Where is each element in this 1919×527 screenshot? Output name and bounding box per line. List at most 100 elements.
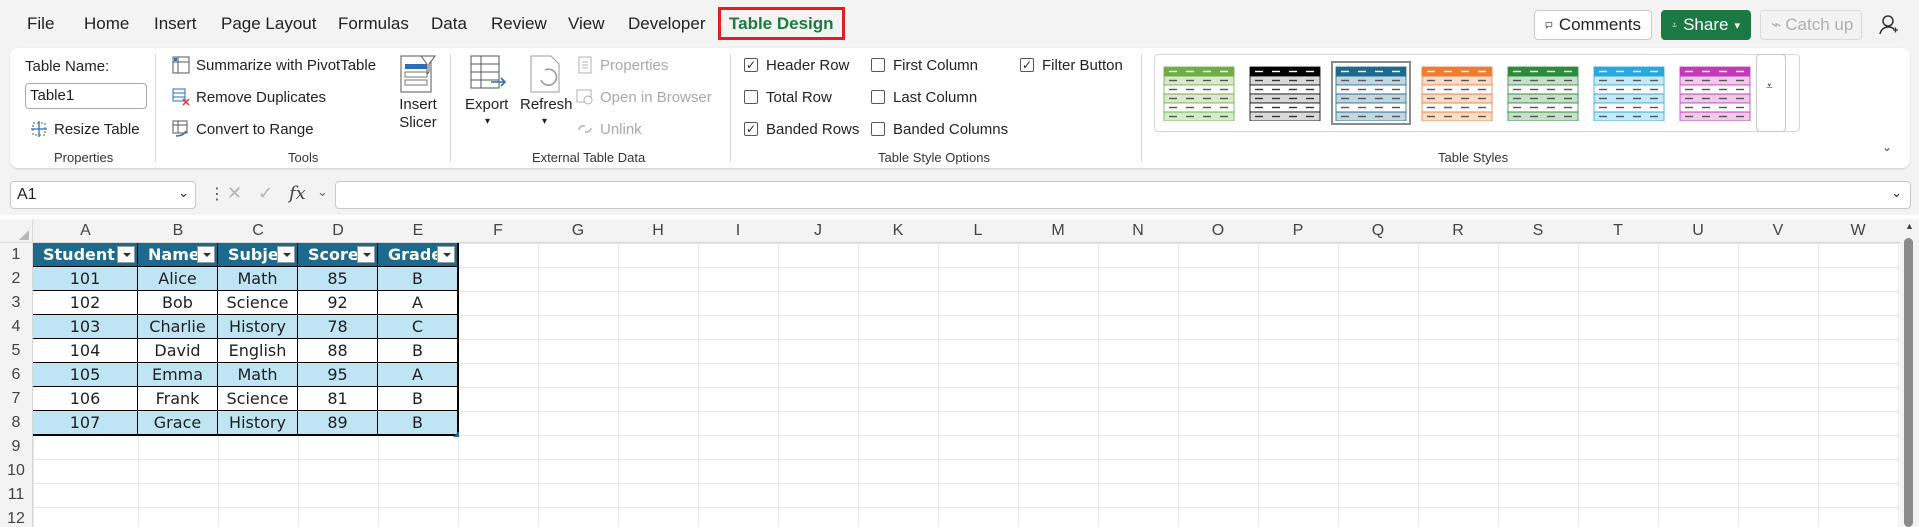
filter-dropdown-icon[interactable] <box>117 246 135 263</box>
row-header[interactable]: 3 <box>0 291 32 315</box>
enter-icon[interactable]: ✓ <box>258 183 273 204</box>
resize-table-button[interactable]: Resize Table <box>30 118 140 140</box>
table-header-cell[interactable]: Grade <box>378 243 458 267</box>
row-header[interactable]: 7 <box>0 387 32 411</box>
row-header[interactable]: 11 <box>0 483 32 507</box>
table-cell[interactable]: 78 <box>298 315 378 339</box>
column-header[interactable]: H <box>618 219 698 243</box>
table-style-swatch[interactable] <box>1593 65 1665 122</box>
row-header[interactable]: 9 <box>0 435 32 459</box>
remove-duplicates-button[interactable]: Remove Duplicates <box>172 86 326 108</box>
tab-formulas[interactable]: Formulas <box>338 14 409 34</box>
table-cell[interactable]: 106 <box>33 387 138 411</box>
table-cell[interactable]: 101 <box>33 267 138 291</box>
row-header[interactable]: 6 <box>0 363 32 387</box>
table-cell[interactable]: Alice <box>138 267 218 291</box>
table-header-cell[interactable]: Subjec <box>218 243 298 267</box>
table-cell[interactable]: Frank <box>138 387 218 411</box>
table-style-swatch[interactable] <box>1507 65 1579 122</box>
table-cell[interactable]: B <box>378 411 458 435</box>
row-header[interactable]: 8 <box>0 411 32 435</box>
table-cell[interactable]: B <box>378 339 458 363</box>
filter-dropdown-icon[interactable] <box>357 246 375 263</box>
table-cell[interactable]: David <box>138 339 218 363</box>
column-header[interactable]: P <box>1258 219 1338 243</box>
column-header[interactable]: G <box>538 219 618 243</box>
table-cell[interactable]: History <box>218 315 298 339</box>
table-resize-handle[interactable] <box>453 431 459 437</box>
row-header[interactable]: 5 <box>0 339 32 363</box>
column-header[interactable]: N <box>1098 219 1178 243</box>
table-style-swatch[interactable] <box>1331 61 1411 125</box>
column-header[interactable]: C <box>218 219 298 243</box>
row-header[interactable]: 10 <box>0 459 32 483</box>
table-cell[interactable]: History <box>218 411 298 435</box>
filter-dropdown-icon[interactable] <box>437 246 455 263</box>
table-cell[interactable]: 107 <box>33 411 138 435</box>
cancel-icon[interactable]: ✕ <box>227 183 242 204</box>
export-button[interactable]: Export ▾ <box>463 54 513 138</box>
table-cell[interactable]: C <box>378 315 458 339</box>
column-header[interactable]: I <box>698 219 778 243</box>
total-row-checkbox[interactable]: Total Row <box>744 89 864 107</box>
table-style-swatch[interactable] <box>1679 65 1751 122</box>
tab-view[interactable]: View <box>568 14 605 34</box>
row-header[interactable]: 2 <box>0 267 32 291</box>
table-cell[interactable]: A <box>378 291 458 315</box>
column-header[interactable]: M <box>1018 219 1098 243</box>
name-box[interactable]: A1 ⌄ <box>10 181 196 209</box>
column-header[interactable]: T <box>1578 219 1658 243</box>
table-cell[interactable]: 89 <box>298 411 378 435</box>
table-cell[interactable]: 85 <box>298 267 378 291</box>
table-cell[interactable]: 81 <box>298 387 378 411</box>
gallery-more-button[interactable]: ⩡ <box>1756 54 1786 132</box>
column-header[interactable]: O <box>1178 219 1258 243</box>
select-all-button[interactable] <box>0 219 33 243</box>
catch-up-button[interactable]: ⌁ Catch up <box>1760 10 1862 40</box>
column-header[interactable]: L <box>938 219 1018 243</box>
tab-file[interactable]: File <box>27 14 54 34</box>
chevron-down-icon[interactable]: ⌄ <box>1891 185 1902 201</box>
table-header-cell[interactable]: Student I <box>33 243 138 267</box>
filter-button-checkbox[interactable]: ✓ Filter Button <box>1020 57 1140 75</box>
column-header[interactable]: W <box>1818 219 1898 243</box>
table-style-swatch[interactable] <box>1249 65 1321 122</box>
first-column-checkbox[interactable]: First Column <box>871 57 991 75</box>
table-cell[interactable]: Math <box>218 267 298 291</box>
ribbon-collapse-icon[interactable]: ⌄ <box>1882 140 1892 154</box>
row-header[interactable]: 4 <box>0 315 32 339</box>
table-cell[interactable]: 103 <box>33 315 138 339</box>
table-cell[interactable]: B <box>378 267 458 291</box>
column-header[interactable]: R <box>1418 219 1498 243</box>
tab-page-layout[interactable]: Page Layout <box>221 14 316 34</box>
banded-rows-checkbox[interactable]: ✓ Banded Rows <box>744 121 864 139</box>
table-cell[interactable]: Charlie <box>138 315 218 339</box>
formula-input[interactable]: ⌄ <box>335 181 1911 209</box>
convert-to-range-button[interactable]: Convert to Range <box>172 118 314 140</box>
row-header[interactable]: 1 <box>0 243 32 267</box>
column-header[interactable]: A <box>33 219 138 243</box>
table-cell[interactable]: Bob <box>138 291 218 315</box>
table-header-cell[interactable]: Name <box>138 243 218 267</box>
table-cell[interactable]: Science <box>218 291 298 315</box>
table-style-swatch[interactable] <box>1163 65 1235 122</box>
table-cell[interactable]: 88 <box>298 339 378 363</box>
person-icon[interactable] <box>1878 14 1900 36</box>
table-cell[interactable]: Emma <box>138 363 218 387</box>
pivot-table-button[interactable]: Summarize with PivotTable <box>172 54 376 76</box>
table-cell[interactable]: Math <box>218 363 298 387</box>
column-header[interactable]: J <box>778 219 858 243</box>
row-header[interactable]: 12 <box>0 507 32 527</box>
scroll-thumb[interactable] <box>1904 238 1913 527</box>
banded-columns-checkbox[interactable]: Banded Columns <box>871 121 1021 139</box>
table-cell[interactable]: Grace <box>138 411 218 435</box>
column-header[interactable]: S <box>1498 219 1578 243</box>
table-cell[interactable]: 95 <box>298 363 378 387</box>
filter-dropdown-icon[interactable] <box>197 246 215 263</box>
column-header[interactable]: Q <box>1338 219 1418 243</box>
column-header[interactable]: U <box>1658 219 1738 243</box>
table-cell[interactable]: Science <box>218 387 298 411</box>
tab-table-design[interactable]: Table Design <box>718 7 845 40</box>
table-cell[interactable]: B <box>378 387 458 411</box>
header-row-checkbox[interactable]: ✓ Header Row <box>744 57 864 75</box>
